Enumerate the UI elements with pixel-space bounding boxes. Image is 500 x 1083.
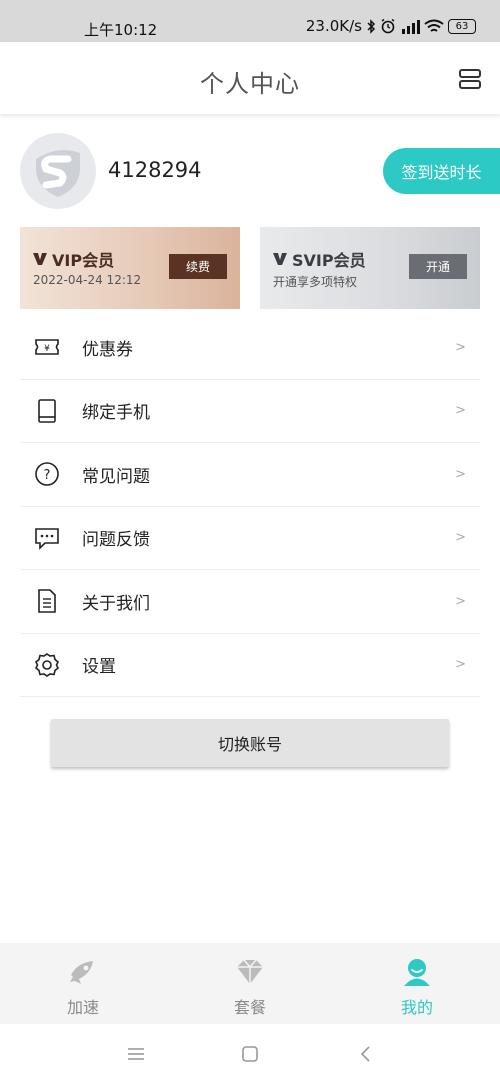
home-icon[interactable] — [239, 1044, 261, 1064]
menu-item-about[interactable]: 关于我们 > — [20, 570, 480, 634]
menu-icon[interactable] — [458, 67, 482, 91]
menu-label: 优惠券 — [82, 339, 133, 360]
tab-label: 我的 — [400, 998, 433, 1017]
chevron-right-icon: > — [455, 466, 466, 482]
menu-list: ¥ 优惠券 > 绑定手机 > ? 常见问题 > 问题反馈 > 关于我们 > 设置… — [20, 316, 480, 697]
top-header: 个人中心 — [0, 42, 500, 114]
menu-label: 设置 — [82, 657, 116, 678]
tab-accelerate[interactable]: 加速 — [0, 943, 166, 1024]
question-icon: ? — [35, 462, 59, 487]
vip-title-text: VIP会员 — [52, 251, 115, 270]
svip-subtitle: 开通享多项特权 — [273, 275, 358, 289]
chevron-right-icon: > — [455, 530, 466, 546]
svg-text:?: ? — [44, 468, 51, 483]
wifi-icon — [424, 19, 444, 32]
v-logo-icon — [273, 253, 287, 265]
phone-icon — [38, 398, 56, 423]
status-bar: 上午10:12 23.0K/s 63 — [0, 0, 500, 42]
system-nav-bar — [0, 1024, 500, 1083]
tab-label: 加速 — [66, 998, 99, 1017]
back-icon[interactable] — [355, 1044, 377, 1064]
open-svip-button[interactable]: 开通 — [409, 254, 467, 279]
user-id: 4128294 — [108, 158, 202, 182]
bottom-tab-bar: 加速 套餐 我的 — [0, 943, 500, 1024]
menu-label: 绑定手机 — [82, 403, 150, 424]
vip-expiry: 2022-04-24 12:12 — [33, 273, 142, 287]
status-time: 上午10:12 — [84, 21, 158, 39]
menu-item-feedback[interactable]: 问题反馈 > — [20, 507, 480, 570]
chevron-right-icon: > — [455, 657, 466, 673]
menu-label: 问题反馈 — [82, 530, 150, 551]
menu-item-bind-phone[interactable]: 绑定手机 > — [20, 380, 480, 443]
menu-item-coupon[interactable]: ¥ 优惠券 > — [20, 316, 480, 380]
switch-account-button[interactable]: 切换账号 — [51, 719, 449, 767]
gear-icon — [35, 652, 59, 677]
chevron-right-icon: > — [455, 593, 466, 609]
rocket-fish-icon — [70, 961, 93, 984]
menu-label: 常见问题 — [82, 466, 150, 487]
document-icon — [38, 589, 56, 614]
avatar[interactable] — [20, 133, 96, 209]
coupon-icon: ¥ — [35, 339, 59, 356]
alarm-icon — [381, 18, 395, 34]
menu-item-settings[interactable]: 设置 > — [20, 634, 480, 697]
v-logo-icon — [33, 253, 47, 265]
page-title: 个人中心 — [200, 70, 300, 98]
bluetooth-icon — [367, 18, 376, 34]
tab-mine[interactable]: 我的 — [334, 943, 500, 1024]
menu-item-faq[interactable]: ? 常见问题 > — [20, 443, 480, 507]
network-speed: 23.0K/s — [305, 17, 362, 35]
svip-card-title: SVIP会员 — [273, 247, 366, 271]
chevron-right-icon: > — [455, 339, 466, 355]
svip-card[interactable]: SVIP会员 开通享多项特权 开通 — [260, 227, 480, 309]
chevron-right-icon: > — [455, 403, 466, 419]
shield-logo-icon — [36, 150, 80, 197]
diamond-icon — [237, 959, 263, 984]
renew-button[interactable]: 续费 — [169, 254, 227, 279]
user-icon — [404, 959, 430, 986]
checkin-button[interactable]: 签到送时长 — [383, 148, 500, 194]
recent-apps-icon[interactable] — [125, 1044, 147, 1064]
svg-text:¥: ¥ — [44, 344, 50, 354]
svip-title-text: SVIP会员 — [292, 251, 366, 270]
signal-icon — [402, 19, 420, 34]
status-indicators: 23.0K/s 63 — [306, 17, 476, 35]
battery-indicator: 63 — [448, 18, 476, 34]
tab-label: 套餐 — [233, 998, 266, 1017]
vip-card-title: VIP会员 — [33, 247, 114, 271]
vip-card[interactable]: VIP会员 2022-04-24 12:12 续费 — [20, 227, 240, 309]
tab-plans[interactable]: 套餐 — [167, 943, 333, 1024]
feedback-icon — [35, 527, 59, 550]
menu-label: 关于我们 — [82, 593, 150, 614]
